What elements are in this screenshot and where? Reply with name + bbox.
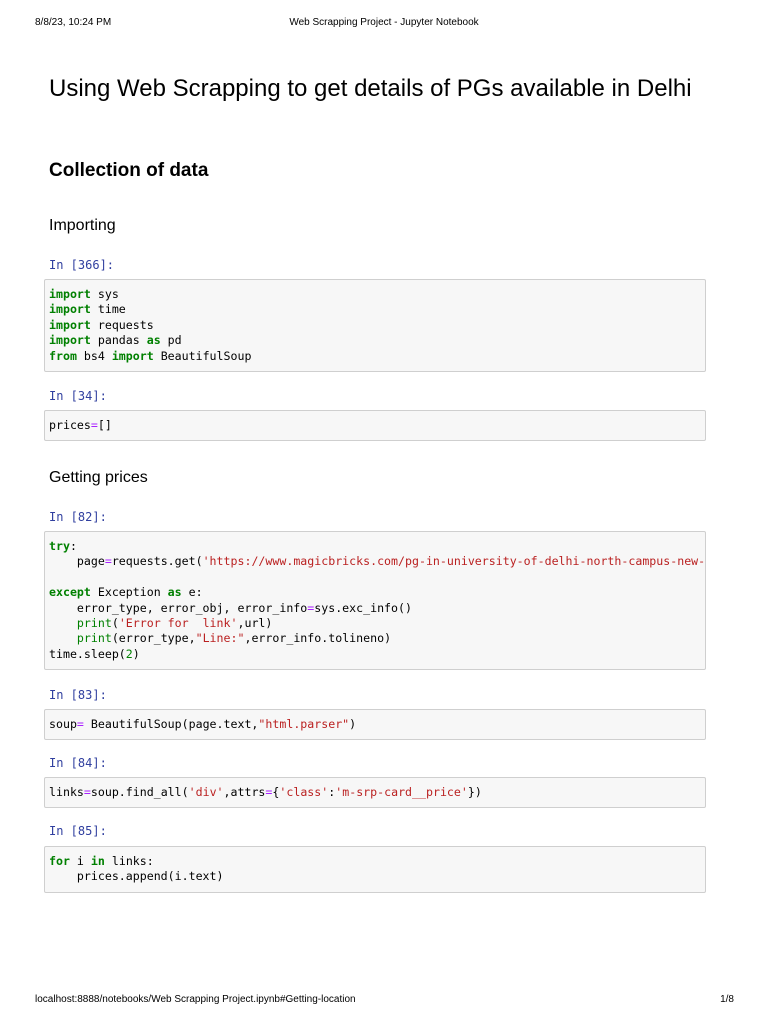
code-token: soup <box>49 717 77 731</box>
code-token: = <box>76 717 84 731</box>
code-token: Exception <box>90 585 168 600</box>
code-token: "html.parser" <box>258 717 350 731</box>
section-heading-getting-prices: Getting prices <box>49 469 148 486</box>
code-token: pandas <box>90 333 147 348</box>
code-token: requests.get( <box>111 554 203 569</box>
cell-prompt: In [83]: <box>49 688 107 702</box>
code-token: import <box>49 302 91 317</box>
code-token: print <box>76 631 112 646</box>
code-token: soup.find_all( <box>90 785 189 799</box>
code-token: : <box>69 539 77 553</box>
code-token: (error_type, <box>111 631 196 646</box>
code-token: [] <box>97 418 112 432</box>
code-cell-soup[interactable]: soup= BeautifulSoup(page.text,"html.pars… <box>44 709 706 740</box>
code-token: ,url) <box>237 616 273 631</box>
code-token: links <box>49 785 84 799</box>
code-token: ( <box>111 616 119 631</box>
code-token: requests <box>90 317 154 332</box>
code-token: 'https://www.magicbricks.com/pg-in-unive… <box>202 554 706 569</box>
code-token: time <box>90 302 126 317</box>
code-token: ,error_info.tolineno) <box>244 631 392 646</box>
cell-prompt: In [84]: <box>49 756 107 770</box>
cell-prompt: In [34]: <box>49 389 107 403</box>
code-token: as <box>167 585 182 600</box>
section-heading-collection: Collection of data <box>49 160 209 181</box>
notebook-title: Using Web Scrapping to get details of PG… <box>49 75 692 102</box>
code-editor[interactable]: for i in links: prices.append(i.text) <box>45 847 705 891</box>
code-token: = <box>104 554 112 569</box>
code-token: for <box>49 854 70 868</box>
code-editor[interactable]: links=soup.find_all('div',attrs={'class'… <box>45 778 705 806</box>
section-heading-importing: Importing <box>49 217 116 234</box>
code-token: prices.append(i.text) <box>49 869 224 884</box>
cell-prompt: In [366]: <box>49 258 115 272</box>
code-token: sys <box>90 287 119 301</box>
code-token: = <box>90 418 98 432</box>
code-token: bs4 <box>76 348 112 363</box>
code-editor[interactable]: prices=[] <box>45 411 705 439</box>
code-token: import <box>111 348 154 363</box>
code-token: error_type, error_obj, error_info <box>49 600 308 615</box>
print-footer-url: localhost:8888/notebooks/Web Scrapping P… <box>35 994 356 1005</box>
code-token: import <box>49 317 91 332</box>
code-token: prices <box>49 418 91 432</box>
code-cell-imports[interactable]: import sys import time import requests i… <box>44 279 706 372</box>
code-token: ) <box>349 717 357 731</box>
code-token: page <box>49 554 105 569</box>
code-token: 'class' <box>279 785 329 799</box>
code-token: 'Error for link' <box>118 616 238 631</box>
code-token: links: <box>104 854 154 868</box>
code-token: = <box>83 785 91 799</box>
code-editor[interactable]: try: page=requests.get('https://www.magi… <box>45 532 705 668</box>
code-token: import <box>49 287 91 301</box>
cell-prompt: In [85]: <box>49 824 107 838</box>
code-token: BeautifulSoup <box>153 348 252 363</box>
print-footer-page-number: 1/8 <box>720 994 734 1005</box>
code-token: import <box>49 333 91 348</box>
code-token: print <box>76 616 112 631</box>
code-token: sys.exc_info() <box>314 600 412 615</box>
code-token: except <box>49 585 91 600</box>
code-token: }) <box>467 785 482 799</box>
code-token: pd <box>160 333 182 348</box>
code-token: time.sleep( <box>49 646 126 661</box>
code-token: i <box>69 854 91 868</box>
print-header-title: Web Scrapping Project - Jupyter Notebook <box>289 17 479 28</box>
cell-prompt: In [82]: <box>49 510 107 524</box>
code-cell-prices-init[interactable]: prices=[] <box>44 410 706 441</box>
code-token: 'div' <box>188 785 224 799</box>
code-token: from <box>49 348 77 363</box>
code-token: ,attrs <box>223 785 266 799</box>
code-editor[interactable]: soup= BeautifulSoup(page.text,"html.pars… <box>45 710 705 738</box>
code-token: ) <box>132 646 140 661</box>
code-token: as <box>146 333 161 348</box>
code-editor[interactable]: import sys import time import requests i… <box>45 280 705 370</box>
code-cell-find-links[interactable]: links=soup.find_all('div',attrs={'class'… <box>44 777 706 808</box>
code-token: in <box>90 854 105 868</box>
code-token: BeautifulSoup(page.text, <box>83 717 259 731</box>
code-cell-fetch-page[interactable]: try: page=requests.get('https://www.magi… <box>44 531 706 670</box>
code-cell-append-prices[interactable]: for i in links: prices.append(i.text) <box>44 846 706 893</box>
code-token: 'm-srp-card__price' <box>335 785 468 799</box>
code-token: try <box>49 539 70 553</box>
code-token: e: <box>181 585 203 600</box>
code-token: 2 <box>125 646 133 661</box>
code-token: "Line:" <box>195 631 245 646</box>
